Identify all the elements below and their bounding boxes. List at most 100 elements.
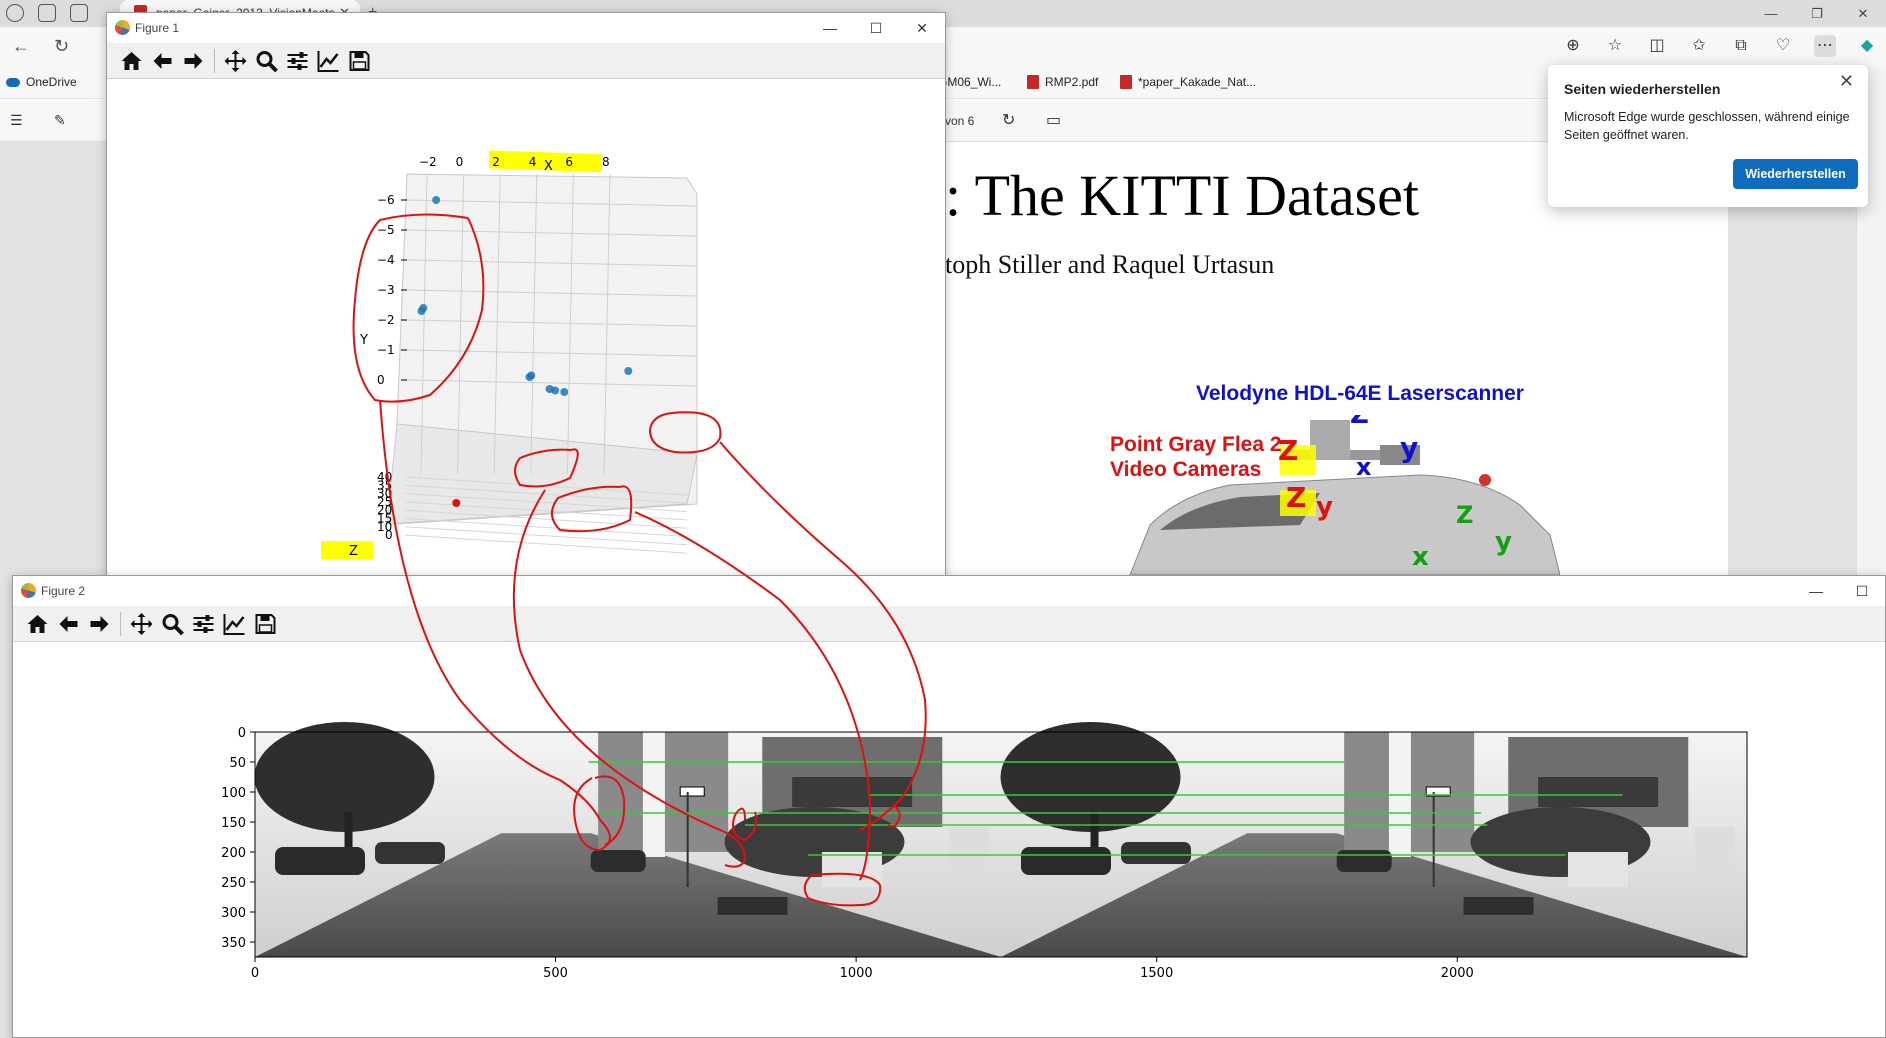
window-title: Figure 2 (41, 584, 86, 598)
close-icon[interactable]: ✕ (1839, 71, 1854, 92)
zoom-icon[interactable]: ⊕ (1562, 35, 1584, 57)
figure1-plot[interactable]: −2 0 2 4 6 8−6−5−4−3−2−10403530252015100 X Y … (107, 79, 945, 581)
drain-grate (1463, 897, 1534, 915)
pan-icon[interactable] (129, 612, 154, 636)
maximize-icon[interactable]: ☐ (1839, 576, 1885, 606)
favorite-star-icon[interactable]: ☆ (1604, 35, 1626, 57)
x-tick-label: 0 (456, 155, 464, 169)
refresh-icon[interactable]: ↻ (54, 36, 69, 57)
scatter-point-blue (624, 367, 633, 375)
y-tick-label: 100 (221, 786, 246, 801)
popup-title: Seiten wiederherstellen (1564, 81, 1721, 97)
favorite-rmp2[interactable]: RMP2.pdf (1027, 75, 1098, 89)
edit-axes-icon[interactable] (316, 49, 341, 73)
y-tick-label: 200 (221, 846, 246, 861)
matplotlib-logo-icon (21, 583, 36, 598)
pdf-icon (1027, 75, 1039, 89)
back-arrow-icon[interactable] (56, 612, 81, 636)
x-tick-label: 2000 (1441, 966, 1474, 981)
y-tick-label: −1 (377, 343, 395, 357)
collections-icon[interactable]: ⧉ (1730, 35, 1752, 57)
axis-letter-z-green: Z (1456, 501, 1473, 529)
y-tick-label: −5 (377, 223, 395, 237)
axis-letter-y: y (1316, 492, 1333, 522)
favorite-onedrive[interactable]: OneDrive (6, 75, 77, 89)
forward-arrow-icon[interactable] (87, 612, 112, 636)
parked-car (375, 842, 445, 864)
save-icon[interactable] (347, 49, 372, 73)
scatter-point-blue (560, 388, 569, 396)
minimize-icon[interactable]: — (1793, 576, 1839, 606)
x-tick-label: 1000 (840, 966, 873, 981)
page-view-icon[interactable]: ▭ (1046, 110, 1061, 130)
vertical-tabs-icon[interactable] (70, 4, 88, 22)
close-icon[interactable]: ✕ (899, 13, 945, 43)
close-icon[interactable]: ✕ (1840, 0, 1886, 27)
x-axis-label: X (544, 159, 553, 174)
camera-label-line1: Point Gray Flea 2 (1110, 433, 1282, 456)
browser-essentials-icon[interactable]: ♡ (1772, 35, 1794, 57)
x-tick-label: 8 (602, 155, 610, 169)
axis-letter-y-green: y (1495, 527, 1512, 557)
browser-window-controls: — ❐ ✕ (1748, 0, 1886, 27)
profile-icon[interactable] (6, 4, 24, 22)
minimize-icon[interactable]: — (1748, 0, 1794, 27)
forward-arrow-icon[interactable] (181, 49, 206, 73)
plot-pane (386, 173, 698, 525)
matplotlib-logo-icon (115, 20, 130, 35)
figure1-titlebar: Figure 1 — ☐ ✕ (107, 13, 945, 43)
y-tick-label: −4 (377, 253, 395, 267)
x-tick-label: 2 (492, 155, 500, 169)
favorites-icon[interactable]: ✩ (1688, 35, 1710, 57)
scatter-point-blue (551, 386, 560, 395)
axis-letter-y-blue: y (1400, 431, 1418, 464)
axis-letter-x-blue: x (1356, 453, 1372, 481)
toolbar-separator (214, 49, 215, 73)
drain-grate (717, 897, 788, 915)
workspaces-icon[interactable] (38, 4, 56, 22)
minimize-icon[interactable]: — (807, 13, 853, 43)
configure-subplots-icon[interactable] (191, 612, 216, 636)
contents-icon[interactable]: ☰ (10, 112, 23, 129)
toolbar-buttons (119, 49, 372, 73)
y-tick-label: 50 (229, 756, 246, 771)
scatter-point-blue (527, 371, 536, 380)
pan-icon[interactable] (223, 49, 248, 73)
window-controls: — ☐ ✕ (807, 13, 945, 43)
parked-car (1336, 850, 1392, 872)
figure2-plot[interactable]: 0 500 1000 1500 2000 0 50 100 150 200 250 300 350 (13, 642, 1885, 1037)
configure-subplots-icon[interactable] (285, 49, 310, 73)
back-arrow-icon[interactable] (150, 49, 175, 73)
zoom-icon[interactable] (160, 612, 185, 636)
parked-car (1021, 847, 1111, 875)
restore-button[interactable]: Wiederherstellen (1733, 159, 1858, 189)
y-tick-label: −6 (377, 193, 395, 207)
draw-icon[interactable]: ✎ (54, 112, 66, 129)
restore-icon[interactable]: ❐ (1794, 0, 1840, 27)
maximize-icon[interactable]: ☐ (853, 13, 899, 43)
y-tick-label: −3 (377, 283, 395, 297)
favorite-kakade[interactable]: *paper_Kakade_Nat... (1120, 75, 1256, 89)
parked-car (1121, 842, 1191, 864)
zoom-icon[interactable] (254, 49, 279, 73)
home-icon[interactable] (119, 49, 144, 73)
more-icon[interactable]: ⋯ (1814, 35, 1836, 57)
grid-line-z (404, 534, 688, 554)
edit-axes-icon[interactable] (222, 612, 247, 636)
axis-letter-x-green: x (1412, 542, 1429, 572)
building-windows (792, 777, 913, 807)
y-axis-label: Y (359, 333, 368, 348)
rotate-icon[interactable]: ↻ (1002, 110, 1015, 130)
y-tick-label: 350 (221, 936, 246, 951)
popup-text: Microsoft Edge wurde geschlossen, währen… (1564, 110, 1850, 142)
scatter-point-blue (417, 307, 426, 315)
back-icon[interactable]: ← (12, 36, 30, 57)
copilot-icon[interactable]: ◆ (1856, 35, 1878, 57)
onedrive-icon (6, 77, 20, 87)
axis-letter-z: Z (1286, 481, 1306, 514)
y-tick-label: 250 (221, 876, 246, 891)
save-icon[interactable] (253, 612, 278, 636)
home-icon[interactable] (25, 612, 50, 636)
building-windows (1538, 777, 1659, 807)
split-screen-icon[interactable]: ◫ (1646, 35, 1668, 57)
